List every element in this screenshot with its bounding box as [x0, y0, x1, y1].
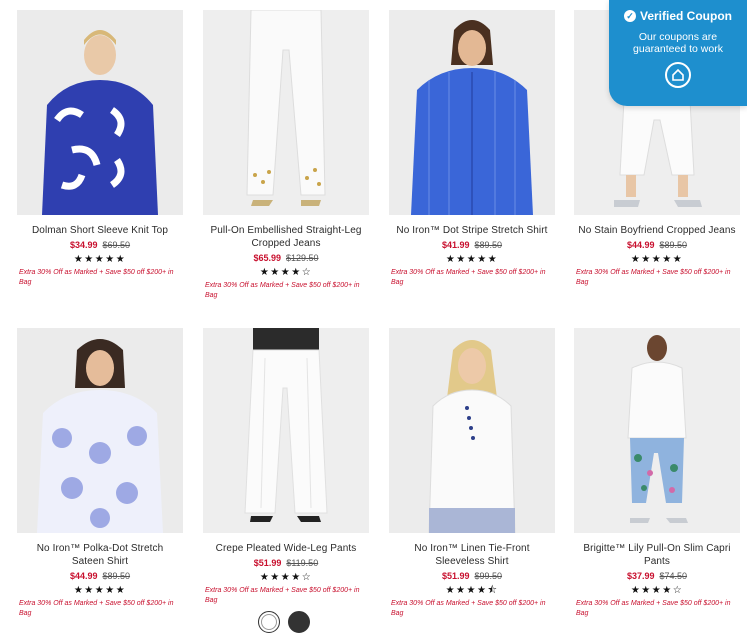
product-name[interactable]: Crepe Pleated Wide-Leg Pants: [203, 542, 369, 555]
promo-text: Extra 30% Off as Marked + Save $50 off $…: [576, 600, 731, 617]
swatch-white[interactable]: [258, 611, 280, 633]
product-price: $51.99 $99.50: [389, 570, 555, 582]
product-image[interactable]: [389, 328, 555, 533]
product-card[interactable]: Dolman Short Sleeve Knit Top $34.99 $69.5…: [17, 10, 183, 288]
product-price: $65.99 $129.50: [203, 252, 369, 264]
product-image[interactable]: [17, 10, 183, 215]
sale-price: $41.99: [441, 240, 470, 250]
product-price: $41.99 $89.50: [389, 239, 555, 251]
product-name[interactable]: No Iron™ Linen Tie-Front Sleeveless Shir…: [389, 542, 555, 568]
coupon-title-row: ✓ Verified Coupon: [609, 9, 747, 23]
house-logo-icon: [665, 62, 691, 88]
check-circle-icon: ✓: [623, 10, 636, 22]
sale-price: $34.99: [69, 240, 98, 250]
product-card[interactable]: No Iron™ Linen Tie-Front Sleeveless Shir…: [389, 328, 555, 619]
product-name[interactable]: Brigitte™ Lily Pull-On Slim Capri Pants: [574, 542, 740, 568]
promo-text: Extra 30% Off as Marked + Save $50 off $…: [205, 587, 360, 604]
product-name[interactable]: Pull-On Embellished Straight-Leg Cropped…: [203, 224, 369, 250]
original-price: $89.50: [659, 240, 688, 250]
sale-price: $51.99: [441, 571, 470, 581]
swatch-black[interactable]: [288, 611, 310, 633]
sale-price: $37.99: [626, 571, 655, 581]
promo-text: Extra 30% Off as Marked + Save $50 off $…: [391, 600, 546, 617]
sale-price: $51.99: [253, 558, 282, 568]
original-price: $89.50: [474, 240, 503, 250]
original-price: $129.50: [285, 253, 319, 263]
star-rating: ★★★★☆: [259, 267, 313, 278]
product-price: $37.99 $74.50: [574, 570, 740, 582]
product-price: $34.99 $69.50: [17, 239, 183, 251]
verified-coupon-badge[interactable]: ✓ Verified Coupon Our coupons are guaran…: [609, 0, 747, 106]
promo-text: Extra 30% Off as Marked + Save $50 off $…: [19, 269, 174, 286]
product-name[interactable]: No Iron™ Polka-Dot Stretch Sateen Shirt: [17, 542, 183, 568]
product-price: $44.99 $89.50: [574, 239, 740, 251]
coupon-subtitle: Our coupons are guaranteed to work: [633, 31, 723, 55]
promo-text: Extra 30% Off as Marked + Save $50 off $…: [576, 269, 731, 286]
product-name[interactable]: No Iron™ Dot Stripe Stretch Shirt: [389, 224, 555, 237]
original-price: $69.50: [102, 240, 131, 250]
product-name[interactable]: No Stain Boyfriend Cropped Jeans: [574, 224, 740, 237]
product-image[interactable]: [574, 328, 740, 533]
star-rating: ★★★★★: [73, 254, 127, 265]
star-rating: ★★★★★: [630, 254, 684, 265]
coupon-title: Verified Coupon: [639, 9, 732, 23]
product-price: $51.99 $119.50: [203, 557, 369, 569]
promo-text: Extra 30% Off as Marked + Save $50 off $…: [205, 282, 360, 299]
promo-text: Extra 30% Off as Marked + Save $50 off $…: [19, 600, 174, 617]
product-card[interactable]: No Iron™ Polka-Dot Stretch Sateen Shirt …: [17, 328, 183, 619]
star-rating: ★★★★⯪: [445, 585, 499, 596]
product-card[interactable]: Brigitte™ Lily Pull-On Slim Capri Pants …: [574, 328, 740, 619]
product-card[interactable]: Pull-On Embellished Straight-Leg Cropped…: [203, 10, 369, 301]
product-image[interactable]: [203, 328, 369, 533]
promo-text: Extra 30% Off as Marked + Save $50 off $…: [391, 269, 546, 286]
sale-price: $44.99: [69, 571, 98, 581]
star-rating: ★★★★★: [73, 585, 127, 596]
sale-price: $65.99: [253, 253, 281, 263]
original-price: $89.50: [102, 571, 131, 581]
original-price: $99.50: [474, 571, 503, 581]
star-rating: ★★★★☆: [630, 585, 684, 596]
star-rating: ★★★★★: [445, 254, 499, 265]
star-rating: ★★★★☆: [259, 572, 313, 583]
product-image[interactable]: [203, 10, 369, 215]
original-price: $119.50: [286, 558, 319, 568]
product-card[interactable]: Crepe Pleated Wide-Leg Pants $51.99 $119.…: [203, 328, 369, 606]
product-card[interactable]: No Iron™ Dot Stripe Stretch Shirt $41.99…: [389, 10, 555, 288]
sale-price: $44.99: [626, 240, 655, 250]
product-name[interactable]: Dolman Short Sleeve Knit Top: [17, 224, 183, 237]
product-price: $44.99 $89.50: [17, 570, 183, 582]
product-image[interactable]: [389, 10, 555, 215]
original-price: $74.50: [659, 571, 688, 581]
product-image[interactable]: [17, 328, 183, 533]
